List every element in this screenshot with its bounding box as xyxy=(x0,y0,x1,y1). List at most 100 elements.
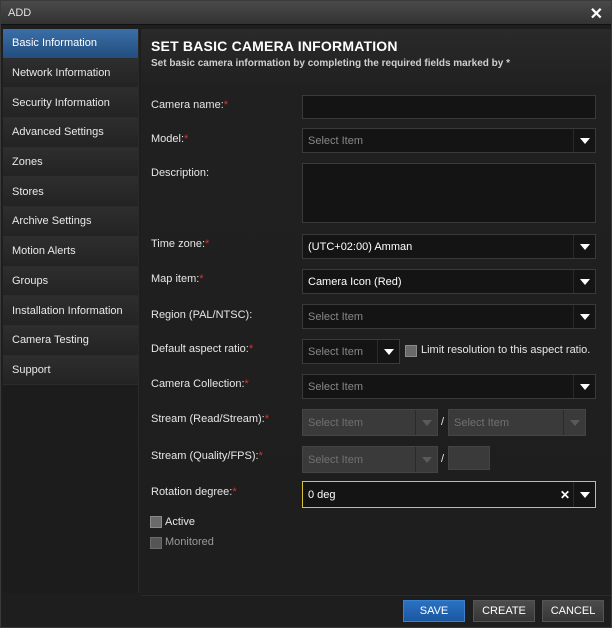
map-item-label-text: Map item: xyxy=(151,273,200,285)
limit-resolution-checkbox[interactable] xyxy=(405,345,417,357)
stream-fps-input[interactable] xyxy=(448,446,490,470)
main-content: SET BASIC CAMERA INFORMATION Set basic c… xyxy=(141,29,611,593)
model-select[interactable]: Select Item xyxy=(302,128,596,153)
footer xyxy=(141,595,611,627)
rotation-label-text: Rotation degree: xyxy=(151,486,233,498)
chevron-down-icon[interactable] xyxy=(573,305,595,328)
camera-collection-label: Camera Collection:* xyxy=(151,378,249,390)
sidebar-item-motion-alerts[interactable]: Motion Alerts xyxy=(3,236,138,267)
required-mark: * xyxy=(264,413,269,425)
model-select-value: Select Item xyxy=(308,134,364,147)
dialog-title: ADD xyxy=(8,7,32,19)
aspect-ratio-select[interactable]: Select Item xyxy=(302,339,400,364)
camera-name-label-text: Camera name: xyxy=(151,99,224,111)
stream-read-separator: / xyxy=(441,416,445,428)
camera-collection-select[interactable]: Select Item xyxy=(302,374,596,399)
stream-quality-label: Stream (Quality/FPS):* xyxy=(151,450,263,462)
sidebar-item-label: Archive Settings xyxy=(12,215,92,228)
sidebar-item-installation-information[interactable]: Installation Information xyxy=(3,296,138,326)
chevron-down-icon[interactable] xyxy=(573,235,595,258)
required-mark: * xyxy=(232,486,237,498)
sidebar-item-support[interactable]: Support xyxy=(3,355,138,386)
time-zone-label: Time zone:* xyxy=(151,238,209,250)
cancel-button[interactable]: CANCEL xyxy=(542,600,604,622)
map-item-select-value: Camera Icon (Red) xyxy=(308,275,402,288)
create-button[interactable]: CREATE xyxy=(473,600,535,622)
stream-read-label-text: Stream (Read/Stream): xyxy=(151,413,265,425)
stream-quality-select-value: Select Item xyxy=(308,453,364,466)
monitored-label: Monitored xyxy=(165,536,214,548)
chevron-down-icon[interactable] xyxy=(573,375,595,398)
close-icon[interactable]: ✕ xyxy=(590,4,603,24)
map-item-select[interactable]: Camera Icon (Red) xyxy=(302,269,596,294)
camera-name-label: Camera name:* xyxy=(151,99,228,111)
aspect-ratio-label: Default aspect ratio:* xyxy=(151,343,253,355)
stream-quality-select[interactable]: Select Item xyxy=(302,446,438,473)
sidebar-item-label: Basic Information xyxy=(12,37,97,50)
sidebar-item-label: Camera Testing xyxy=(12,334,89,347)
chevron-down-icon[interactable] xyxy=(573,129,595,152)
chevron-down-icon[interactable] xyxy=(573,482,595,507)
region-select-value: Select Item xyxy=(308,310,364,323)
time-zone-select[interactable]: (UTC+02:00) Amman xyxy=(302,234,596,259)
aspect-ratio-label-text: Default aspect ratio: xyxy=(151,343,249,355)
stream-stream-select-value: Select Item xyxy=(454,416,510,429)
monitored-checkbox[interactable] xyxy=(150,537,162,549)
sidebar-item-archive-settings[interactable]: Archive Settings xyxy=(3,207,138,237)
sidebar-item-advanced-settings[interactable]: Advanced Settings xyxy=(3,118,138,148)
required-mark: * xyxy=(223,99,229,111)
sidebar-item-zones[interactable]: Zones xyxy=(3,147,138,178)
rotation-select[interactable]: 0 deg ✕ xyxy=(302,481,596,508)
limit-resolution-label: Limit resolution to this aspect ratio. xyxy=(421,344,591,356)
sidebar-item-label: Installation Information xyxy=(12,304,123,317)
stream-read-select[interactable]: Select Item xyxy=(302,409,438,436)
rotation-label: Rotation degree:* xyxy=(151,486,237,498)
sidebar-item-stores[interactable]: Stores xyxy=(3,177,138,208)
chevron-down-icon[interactable] xyxy=(415,447,437,472)
sidebar-item-label: Support xyxy=(12,363,51,376)
stream-quality-separator: / xyxy=(441,453,445,465)
sidebar-item-label: Network Information xyxy=(12,67,111,80)
map-item-label: Map item:* xyxy=(151,273,204,285)
region-select[interactable]: Select Item xyxy=(302,304,596,329)
clear-icon[interactable]: ✕ xyxy=(557,488,573,502)
camera-collection-select-value: Select Item xyxy=(308,380,364,393)
sidebar-item-label: Advanced Settings xyxy=(12,126,104,139)
required-mark: * xyxy=(199,273,204,285)
region-label: Region (PAL/NTSC): xyxy=(151,309,253,321)
required-mark: * xyxy=(248,343,254,355)
active-label: Active xyxy=(165,516,195,528)
page-subtitle: Set basic camera information by completi… xyxy=(151,58,510,69)
stream-stream-select[interactable]: Select Item xyxy=(448,409,586,436)
required-mark: * xyxy=(258,450,263,462)
active-checkbox[interactable] xyxy=(150,516,162,528)
required-mark: * xyxy=(184,133,189,145)
time-zone-label-text: Time zone: xyxy=(151,238,206,250)
add-camera-dialog: ADD ✕ Basic Information Network Informat… xyxy=(0,0,612,628)
sidebar-item-label: Stores xyxy=(12,185,44,198)
description-textarea[interactable] xyxy=(302,163,596,223)
sidebar-item-label: Motion Alerts xyxy=(12,245,76,258)
stream-quality-label-text: Stream (Quality/FPS): xyxy=(151,450,259,462)
page-title: SET BASIC CAMERA INFORMATION xyxy=(151,38,398,54)
chevron-down-icon[interactable] xyxy=(415,410,437,435)
rotation-select-value: 0 deg xyxy=(308,488,336,501)
camera-collection-label-text: Camera Collection: xyxy=(151,378,245,390)
sidebar-item-security-information[interactable]: Security Information xyxy=(3,88,138,119)
model-label: Model:* xyxy=(151,133,188,145)
sidebar-item-label: Groups xyxy=(12,274,49,287)
sidebar-item-label: Zones xyxy=(12,156,43,169)
aspect-ratio-select-value: Select Item xyxy=(308,345,364,358)
sidebar-item-label: Security Information xyxy=(12,96,110,109)
chevron-down-icon[interactable] xyxy=(563,410,585,435)
sidebar-item-network-information[interactable]: Network Information xyxy=(3,58,138,89)
required-mark: * xyxy=(244,378,249,390)
sidebar-item-basic-information[interactable]: Basic Information xyxy=(3,29,138,59)
save-button[interactable]: SAVE xyxy=(403,600,465,622)
sidebar-item-camera-testing[interactable]: Camera Testing xyxy=(3,325,138,356)
sidebar-item-groups[interactable]: Groups xyxy=(3,266,138,297)
chevron-down-icon[interactable] xyxy=(377,340,399,363)
chevron-down-icon[interactable] xyxy=(573,270,595,293)
title-bar: ADD ✕ xyxy=(1,1,611,25)
camera-name-input[interactable] xyxy=(302,95,596,119)
